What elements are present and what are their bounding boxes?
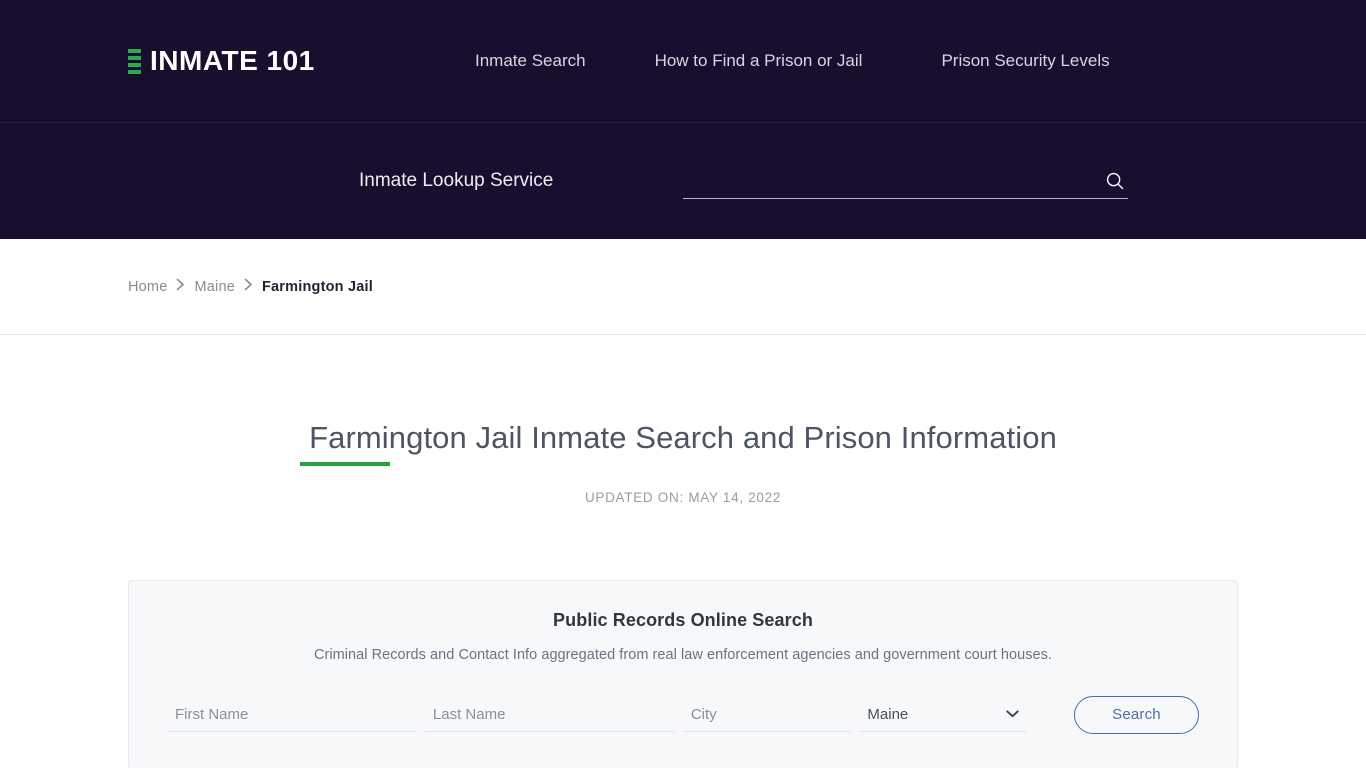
search-submit-icon-button[interactable] [1102,168,1128,194]
page-title: Farmington Jail Inmate Search and Prison… [309,420,1057,455]
site-header: INMATE 101 Inmate Search How to Find a P… [0,0,1366,239]
header-search-input[interactable] [683,163,1102,198]
site-logo[interactable]: INMATE 101 [128,46,315,76]
main-navigation: Inmate Search How to Find a Prison or Ja… [475,51,1110,71]
breadcrumb-item-maine[interactable]: Maine [194,279,235,295]
nav-item-prison-security-levels[interactable]: Prison Security Levels [941,51,1109,71]
inmate-lookup-service-label: Inmate Lookup Service [359,170,554,191]
state-field: Maine [859,697,1027,733]
chevron-right-icon [244,278,252,290]
state-select[interactable]: Maine [859,697,1027,731]
breadcrumb-item-home[interactable]: Home [128,279,167,295]
city-input[interactable] [682,697,852,731]
page-title-block: Farmington Jail Inmate Search and Prison… [0,419,1366,466]
first-name-field [167,697,417,733]
search-icon [1106,172,1124,189]
logo-bars-icon [128,46,141,76]
public-records-search-card: Public Records Online Search Criminal Re… [128,579,1238,768]
nav-item-inmate-search[interactable]: Inmate Search [475,51,586,71]
header-top-bar: INMATE 101 Inmate Search How to Find a P… [0,0,1366,123]
updated-on-label: UPDATED ON: MAY 14, 2022 [584,489,782,505]
breadcrumb-bar: Home Maine Farmington Jail [0,239,1366,335]
city-field [682,697,852,733]
breadcrumb: Home Maine Farmington Jail [128,278,373,295]
page-main: Farmington Jail Inmate Search and Prison… [0,335,1366,768]
chevron-right-icon [177,278,185,290]
header-search-field-wrapper [683,163,1128,199]
public-records-form: Maine Search [167,695,1199,734]
header-search-bar: Inmate Lookup Service [0,123,1366,239]
first-name-input[interactable] [167,697,417,731]
public-records-subtitle: Criminal Records and Contact Info aggreg… [313,646,1053,663]
last-name-field [424,697,675,733]
breadcrumb-chevron-icon [244,278,253,294]
breadcrumb-chevron-icon [176,278,185,294]
public-records-title: Public Records Online Search [553,609,813,630]
nav-item-how-to-find-a-prison-or-jail[interactable]: How to Find a Prison or Jail [655,51,863,71]
breadcrumb-item-current: Farmington Jail [261,278,373,295]
last-name-input[interactable] [424,697,675,731]
title-underline-rule [300,462,390,466]
site-logo-text: INMATE 101 [150,45,315,76]
records-search-button[interactable]: Search [1074,695,1199,734]
